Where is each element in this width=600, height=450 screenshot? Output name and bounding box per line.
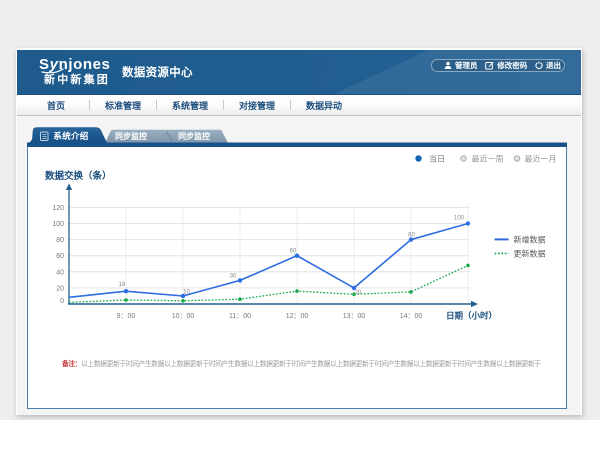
svg-text:80: 80 — [56, 237, 64, 244]
svg-text:18: 18 — [119, 282, 126, 288]
svg-text:最近一周: 最近一周 — [472, 154, 504, 164]
svg-text:80: 80 — [408, 233, 415, 239]
svg-text:同步监控: 同步监控 — [178, 131, 210, 141]
svg-text:12：00: 12：00 — [286, 313, 309, 320]
svg-text:更新数据: 更新数据 — [514, 249, 546, 259]
svg-text:新增数据: 新增数据 — [514, 235, 546, 245]
svg-text:10: 10 — [183, 290, 190, 296]
svg-text:同步监控: 同步监控 — [115, 131, 147, 141]
svg-text:日期（小时）: 日期（小时） — [446, 311, 497, 321]
svg-text:14：00: 14：00 — [400, 313, 423, 320]
svg-text:11：00: 11：00 — [229, 313, 251, 320]
svg-text:系统介绍: 系统介绍 — [53, 131, 88, 141]
svg-text:9：00: 9：00 — [117, 313, 136, 320]
svg-text:20: 20 — [56, 285, 64, 292]
svg-text:13：00: 13：00 — [343, 313, 366, 320]
svg-text:100: 100 — [454, 216, 465, 222]
svg-text:0: 0 — [60, 298, 64, 305]
svg-text:最近一月: 最近一月 — [525, 154, 557, 164]
svg-text:10：00: 10：00 — [172, 313, 195, 320]
svg-text:40: 40 — [56, 269, 64, 276]
svg-text:60: 60 — [290, 249, 297, 255]
svg-text:30: 30 — [230, 274, 237, 280]
svg-text:数据交换（条）: 数据交换（条） — [44, 170, 112, 182]
svg-text:20: 20 — [355, 290, 362, 296]
svg-text:120: 120 — [52, 205, 64, 212]
svg-text:当日: 当日 — [429, 154, 445, 164]
svg-text:100: 100 — [52, 221, 64, 228]
svg-text:60: 60 — [56, 253, 64, 260]
